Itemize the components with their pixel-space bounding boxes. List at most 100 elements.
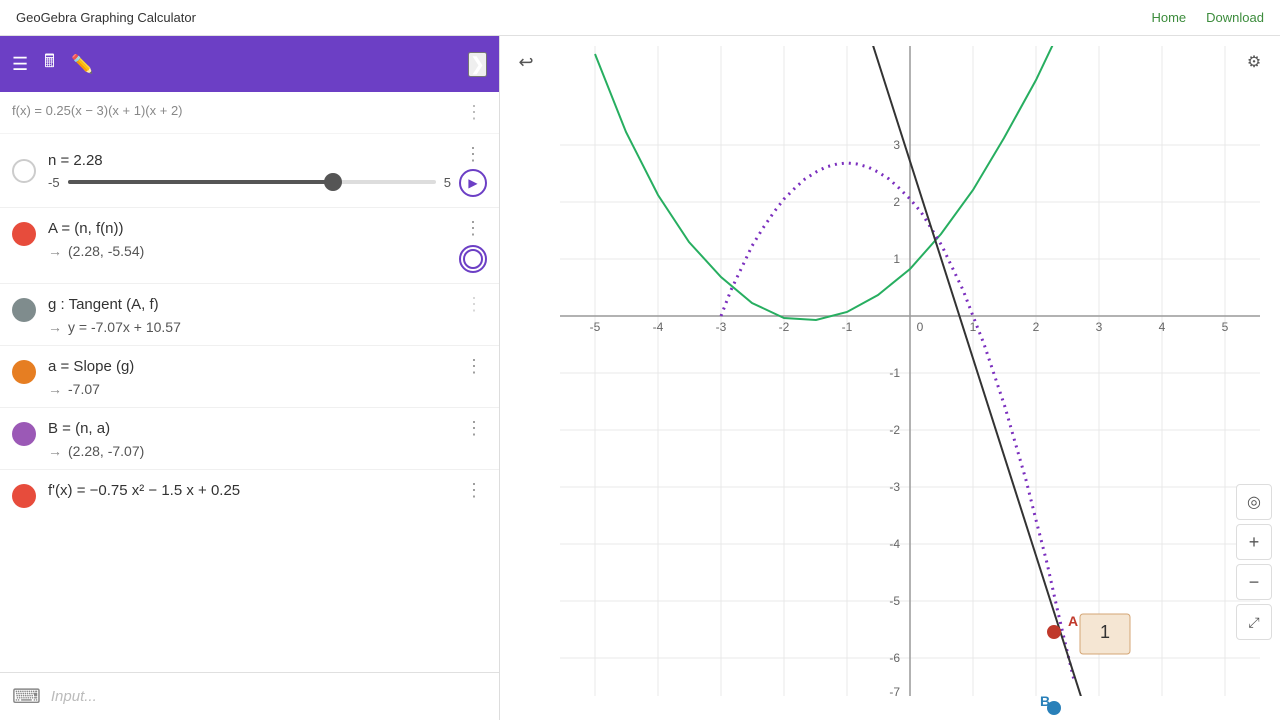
- slider-controls-n: -5 5: [48, 175, 451, 190]
- svg-text:5: 5: [1222, 320, 1229, 334]
- zoom-out-button[interactable]: −: [1236, 564, 1272, 600]
- value-tangent-g: y = -7.07x + 10.57: [68, 319, 181, 335]
- slider-max-n: 5: [444, 175, 451, 190]
- menu-derivative[interactable]: ⋮: [461, 480, 487, 501]
- slider-menu-n[interactable]: ⋮: [460, 144, 486, 165]
- arrow-tangent-g: →: [48, 319, 62, 335]
- point-a-dot: [1047, 625, 1061, 639]
- slider-color-n: [12, 159, 36, 183]
- calculator-button[interactable]: 🖩: [44, 49, 55, 79]
- svg-text:2: 2: [1033, 320, 1040, 334]
- content-tangent-g: g : Tangent (A, f) → y = -7.07x + 10.57: [48, 294, 461, 335]
- expr-slope-a: a = Slope (g): [48, 356, 461, 377]
- download-link[interactable]: Download: [1206, 10, 1264, 25]
- left-panel: ☰ 🖩 ✏️ ❯ f(x) = 0.25(x − 3)(x + 1)(x + 2…: [0, 36, 500, 720]
- app-title: GeoGebra Graphing Calculator: [16, 10, 196, 25]
- svg-text:-6: -6: [889, 651, 900, 665]
- menu-tangent-g[interactable]: ⋮: [461, 294, 487, 315]
- collapse-button[interactable]: ❯: [468, 52, 487, 77]
- slider-title-n: n = 2.28: [48, 152, 451, 169]
- content-point-b: B = (n, a) → (2.28, -7.07): [48, 418, 461, 459]
- svg-text:-7: -7: [889, 685, 900, 699]
- point-a-action[interactable]: [459, 245, 487, 273]
- pen-button[interactable]: ✏️: [71, 54, 93, 75]
- arrow-point-a: →: [48, 243, 62, 259]
- graph-svg: -5 -4 -3 -2 -1 0 1 2 3 4 5 3 2 1 -1 -2 -…: [500, 36, 1280, 720]
- cropped-menu[interactable]: ⋮: [461, 102, 487, 123]
- value-slope-a: -7.07: [68, 381, 100, 397]
- svg-text:-3: -3: [889, 480, 900, 494]
- cropped-expression: f(x) = 0.25(x − 3)(x + 1)(x + 2): [12, 102, 461, 120]
- slider-min-n: -5: [48, 175, 60, 190]
- result-slope-a: → -7.07: [48, 381, 461, 397]
- input-placeholder[interactable]: Input...: [51, 688, 97, 705]
- svg-text:2: 2: [893, 195, 900, 209]
- svg-text:-2: -2: [889, 423, 900, 437]
- entry-point-a: A = (n, f(n)) → (2.28, -5.54) ⋮: [0, 208, 499, 284]
- color-derivative: [12, 484, 36, 508]
- arrow-slope-a: →: [48, 381, 62, 397]
- input-row: ⌨ Input...: [0, 672, 499, 720]
- point-a-label: A: [1068, 613, 1078, 629]
- svg-text:-3: -3: [716, 320, 727, 334]
- entries-list: f(x) = 0.25(x − 3)(x + 1)(x + 2) ⋮ n = 2…: [0, 92, 499, 672]
- svg-text:-5: -5: [889, 594, 900, 608]
- menu-point-a[interactable]: ⋮: [460, 218, 486, 239]
- menu-slope-a[interactable]: ⋮: [461, 356, 487, 377]
- slider-fill-n: [68, 180, 333, 184]
- arrow-point-b: →: [48, 443, 62, 459]
- entry-tangent-g: g : Tangent (A, f) → y = -7.07x + 10.57 …: [0, 284, 499, 346]
- slider-thumb-n[interactable]: [324, 173, 342, 191]
- value-point-a: (2.28, -5.54): [68, 243, 144, 259]
- zoom-in-button[interactable]: +: [1236, 524, 1272, 560]
- expr-point-b: B = (n, a): [48, 418, 461, 439]
- slider-row-n: n = 2.28 -5 5 ⋮ ▶: [0, 134, 499, 208]
- result-point-b: → (2.28, -7.07): [48, 443, 461, 459]
- color-slope-a: [12, 360, 36, 384]
- slider-track-n[interactable]: [68, 180, 436, 184]
- graph-toolbar: ↩: [508, 44, 544, 80]
- result-tangent-g: → y = -7.07x + 10.57: [48, 319, 461, 335]
- entry-slope-a: a = Slope (g) → -7.07 ⋮: [0, 346, 499, 408]
- fullscreen-button[interactable]: ⤢: [1236, 604, 1272, 640]
- top-navbar: GeoGebra Graphing Calculator Home Downlo…: [0, 0, 1280, 36]
- tooltip-value: 1: [1100, 622, 1110, 642]
- svg-text:-4: -4: [653, 320, 664, 334]
- expr-derivative: f'(x) = −0.75 x² − 1.5 x + 0.25: [48, 480, 461, 501]
- color-point-b: [12, 422, 36, 446]
- slider-play-n[interactable]: ▶: [459, 169, 487, 197]
- value-point-b: (2.28, -7.07): [68, 443, 144, 459]
- keyboard-icon[interactable]: ⌨: [12, 684, 41, 709]
- svg-text:-1: -1: [842, 320, 853, 334]
- content-derivative: f'(x) = −0.75 x² − 1.5 x + 0.25: [48, 480, 461, 501]
- content-slope-a: a = Slope (g) → -7.07: [48, 356, 461, 397]
- svg-text:3: 3: [893, 138, 900, 152]
- color-tangent-g: [12, 298, 36, 322]
- nav-links: Home Download: [1151, 10, 1264, 25]
- svg-text:-1: -1: [889, 366, 900, 380]
- settings-button[interactable]: ⚙: [1236, 44, 1272, 80]
- cropped-entry: f(x) = 0.25(x − 3)(x + 1)(x + 2) ⋮: [0, 92, 499, 134]
- svg-text:1: 1: [970, 320, 977, 334]
- home-link[interactable]: Home: [1151, 10, 1186, 25]
- color-point-a: [12, 222, 36, 246]
- expr-tangent-g: g : Tangent (A, f): [48, 294, 461, 315]
- svg-text:4: 4: [1159, 320, 1166, 334]
- expr-point-a: A = (n, f(n)): [48, 218, 451, 239]
- svg-text:-4: -4: [889, 537, 900, 551]
- graph-zoom-controls: ◎ + − ⤢: [1236, 484, 1272, 640]
- undo-button[interactable]: ↩: [508, 44, 544, 80]
- graph-panel: -5 -4 -3 -2 -1 0 1 2 3 4 5 3 2 1 -1 -2 -…: [500, 36, 1280, 720]
- locate-button[interactable]: ◎: [1236, 484, 1272, 520]
- point-b-label: B: [1040, 693, 1050, 709]
- menu-point-b[interactable]: ⋮: [461, 418, 487, 439]
- svg-text:1: 1: [893, 252, 900, 266]
- slider-content-n: n = 2.28 -5 5: [48, 152, 451, 190]
- toolbar-left: ☰ 🖩 ✏️: [12, 49, 93, 79]
- result-point-a: → (2.28, -5.54): [48, 243, 451, 259]
- toolbar: ☰ 🖩 ✏️ ❯: [0, 36, 499, 92]
- svg-text:-2: -2: [779, 320, 790, 334]
- svg-text:0: 0: [917, 320, 924, 334]
- menu-button[interactable]: ☰: [12, 54, 28, 75]
- entry-point-b: B = (n, a) → (2.28, -7.07) ⋮: [0, 408, 499, 470]
